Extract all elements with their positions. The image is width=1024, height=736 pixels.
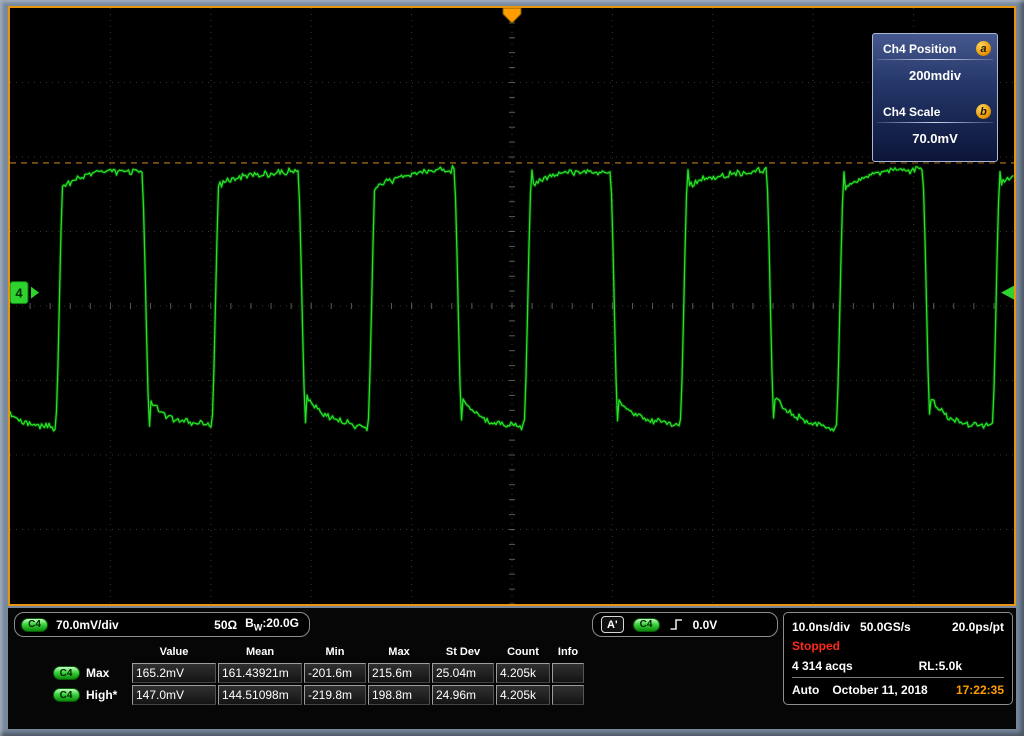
max-stdev: 25.04m xyxy=(432,663,494,683)
menu-item-label: Ch4 Position xyxy=(883,42,956,56)
channel4-bandwidth: BW:20.0G xyxy=(245,616,299,632)
trigger-channel-badge-icon: C4 xyxy=(633,618,660,632)
date-text: October 11, 2018 xyxy=(832,683,927,697)
time-per-point: 20.0ps/pt xyxy=(952,620,1004,634)
waveform-display[interactable]: 4 Ch4 Position a 200mdiv Ch4 Scale b 70.… xyxy=(8,6,1016,606)
bottom-readout-bar: C4 70.0mV/div 50Ω BW:20.0G A' C4 0.0V 10… xyxy=(8,608,1016,729)
clock-text: 17:22:35 xyxy=(956,683,1004,697)
max-max: 215.6m xyxy=(368,663,430,683)
max-min: -201.6m xyxy=(304,663,366,683)
knob-b-icon: b xyxy=(976,104,991,119)
side-menu-panel: Ch4 Position a 200mdiv Ch4 Scale b 70.0m… xyxy=(872,33,998,162)
col-header-blank xyxy=(84,646,130,661)
high-value: 147.0mV xyxy=(132,685,216,705)
record-length: RL:5.0k xyxy=(919,659,962,673)
high-count: 4.205k xyxy=(496,685,550,705)
trigger-readout[interactable]: A' C4 0.0V xyxy=(592,612,778,637)
high-stdev: 24.96m xyxy=(432,685,494,705)
scope-bezel: 4 Ch4 Position a 200mdiv Ch4 Scale b 70.… xyxy=(0,0,1024,736)
col-header-min: Min xyxy=(304,646,366,661)
acquisition-count: 4 314 acqs xyxy=(792,659,853,673)
waveform-canvas: 4 xyxy=(10,8,1014,604)
timebase-per-div: 10.0ns/div xyxy=(792,620,850,634)
trigger-level: 0.0V xyxy=(693,618,718,632)
bw-value: :20.0G xyxy=(262,616,299,630)
col-header-mean: Mean xyxy=(218,646,302,661)
max-count: 4.205k xyxy=(496,663,550,683)
high-min: -219.8m xyxy=(304,685,366,705)
table-row-badge: C4 xyxy=(50,688,82,702)
col-header-stdev: St Dev xyxy=(432,646,494,661)
channel4-scale: 70.0mV/div xyxy=(56,618,119,632)
rising-edge-icon xyxy=(669,617,684,632)
high-mean: 144.51098m xyxy=(218,685,302,705)
divider xyxy=(877,59,993,60)
acquisition-status: Stopped xyxy=(792,636,1004,656)
menu-gap xyxy=(873,92,997,100)
measurement-table: Value Mean Min Max St Dev Count Info C4 … xyxy=(50,646,584,705)
col-header-blank xyxy=(50,646,82,661)
high-max: 198.8m xyxy=(368,685,430,705)
table-row-badge: C4 xyxy=(50,666,82,680)
trigger-mode: Auto xyxy=(792,683,819,697)
acquisition-line: 4 314 acqs RL:5.0k xyxy=(792,656,1004,675)
bw-letter: B xyxy=(245,616,254,630)
menu-item-ch4-position[interactable]: Ch4 Position a xyxy=(873,37,997,58)
timebase-readout[interactable]: 10.0ns/div 50.0GS/s 20.0ps/pt Stopped 4 … xyxy=(783,612,1013,705)
ch4-position-value[interactable]: 200mdiv xyxy=(873,61,997,92)
knob-a-icon: a xyxy=(976,41,991,56)
divider xyxy=(877,122,993,123)
channel4-badge-icon: C4 xyxy=(53,666,80,680)
col-header-info: Info xyxy=(552,646,584,661)
channel4-badge-icon: C4 xyxy=(53,688,80,702)
channel4-arrow-icon xyxy=(31,287,39,299)
col-header-max: Max xyxy=(368,646,430,661)
trigger-position-icon xyxy=(503,8,521,23)
channel4-readout[interactable]: C4 70.0mV/div 50Ω BW:20.0G xyxy=(14,612,310,637)
timebase-line: 10.0ns/div 50.0GS/s 20.0ps/pt xyxy=(792,617,1004,636)
high-info xyxy=(552,685,584,705)
channel4-badge-icon: C4 xyxy=(21,618,48,632)
col-header-count: Count xyxy=(496,646,550,661)
divider xyxy=(792,677,1004,678)
measurement-name: High* xyxy=(84,688,130,702)
col-header-value: Value xyxy=(132,646,216,661)
svg-text:4: 4 xyxy=(15,286,23,301)
measurement-name: Max xyxy=(84,666,130,680)
menu-item-label: Ch4 Scale xyxy=(883,105,940,119)
trigger-source-badge: A' xyxy=(601,616,624,633)
ch4-scale-value[interactable]: 70.0mV xyxy=(873,124,997,155)
max-mean: 161.43921m xyxy=(218,663,302,683)
channel4-impedance: 50Ω xyxy=(214,618,237,632)
sample-rate: 50.0GS/s xyxy=(860,620,911,634)
datetime-line: Auto October 11, 2018 17:22:35 xyxy=(792,680,1004,699)
max-value: 165.2mV xyxy=(132,663,216,683)
max-info xyxy=(552,663,584,683)
trigger-level-arrow-icon xyxy=(1001,286,1014,300)
menu-item-ch4-scale[interactable]: Ch4 Scale b xyxy=(873,100,997,121)
